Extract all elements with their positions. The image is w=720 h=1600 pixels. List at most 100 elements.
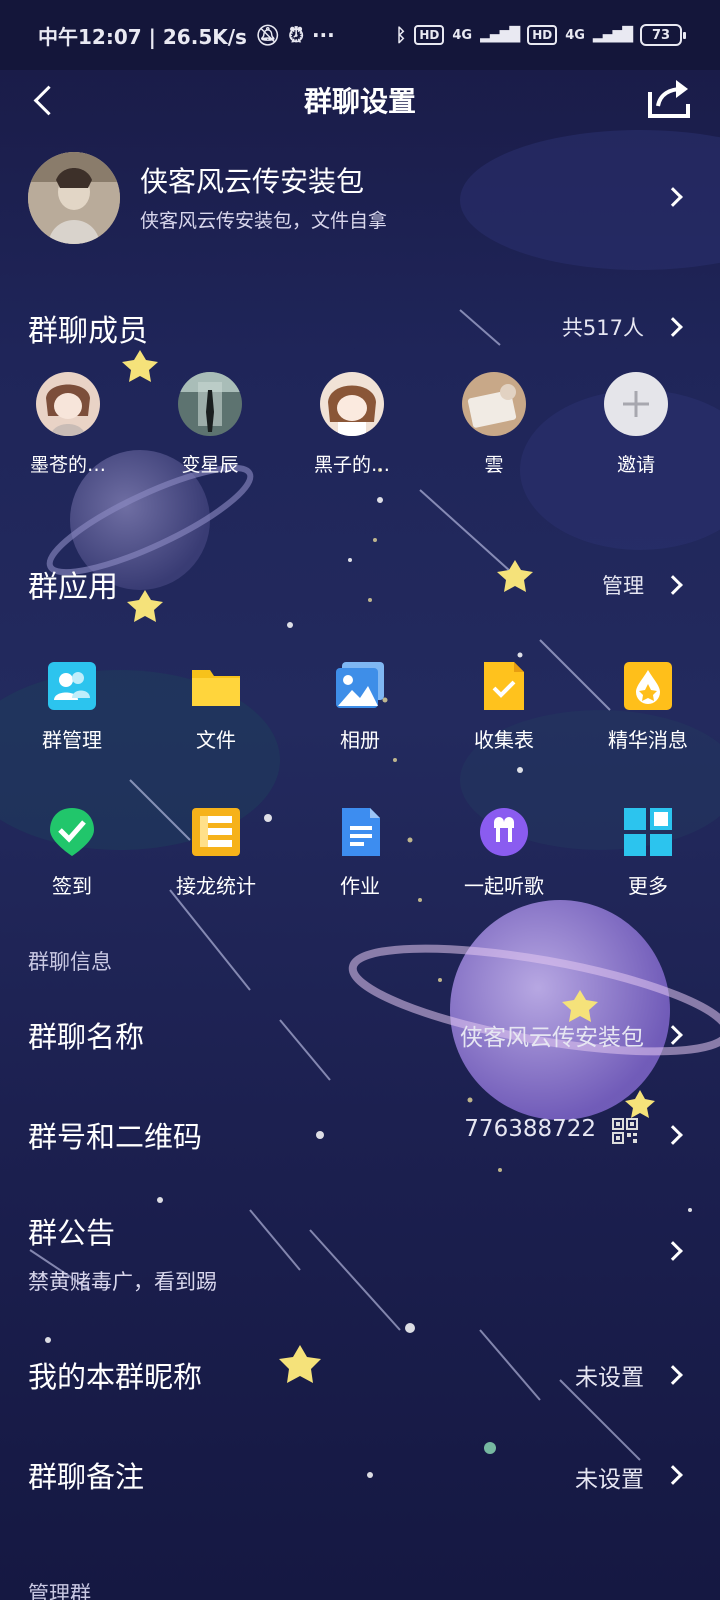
app-listen-together[interactable]: 一起听歌 — [439, 806, 569, 899]
chevron-right-icon — [663, 1465, 683, 1485]
my-nickname-row[interactable]: 我的本群昵称 未设置 — [0, 1342, 720, 1412]
folder-icon — [190, 660, 242, 712]
app-label: 更多 — [628, 874, 668, 898]
hd-badge-2: HD — [527, 25, 558, 45]
member-name: 雲 — [484, 454, 504, 476]
chevron-right-icon — [663, 1125, 683, 1145]
group-name: 侠客风云传安装包 — [140, 165, 365, 198]
apps-manage-link: 管理 — [602, 574, 644, 598]
my-nickname-label: 我的本群昵称 — [28, 1360, 203, 1394]
app-group-manage[interactable]: 群管理 — [7, 660, 137, 753]
status-bar: 中午12:07 | 26.5K/s 🔕︎ ⏰︎ ··· ᛒ HD 4G ▂▄▆█… — [0, 0, 720, 70]
share-button[interactable] — [644, 76, 694, 122]
app-collect-form[interactable]: 收集表 — [439, 660, 569, 753]
invite-label: 邀请 — [616, 454, 655, 476]
members-header-row[interactable]: 群聊成员 共517人 — [0, 300, 720, 356]
app-label: 收集表 — [474, 728, 534, 752]
member-name: 变星辰 — [181, 454, 239, 476]
title-bar: 群聊设置 — [0, 72, 720, 128]
chevron-right-icon — [663, 317, 683, 337]
alarm-icon: ⏰︎ — [288, 23, 304, 47]
album-icon — [334, 660, 386, 712]
app-label: 文件 — [196, 728, 236, 752]
apps-section-title: 群应用 — [28, 570, 118, 605]
apps-header-row[interactable]: 群应用 管理 — [0, 556, 720, 612]
group-notice-label: 群公告 — [28, 1216, 116, 1250]
more-dots-icon: ··· — [311, 23, 335, 47]
group-notice-text: 禁黄赌毒广，看到踢 — [28, 1270, 217, 1294]
my-nickname-value: 未设置 — [575, 1365, 644, 1391]
app-more[interactable]: 更多 — [583, 806, 713, 899]
status-time-speed: 中午12:07 | 26.5K/s — [38, 24, 247, 49]
member-item[interactable]: 墨苍的… — [8, 372, 128, 477]
chevron-right-icon — [663, 575, 683, 595]
page-title: 群聊设置 — [303, 85, 416, 118]
group-remark-value: 未设置 — [575, 1467, 644, 1493]
relay-stats-icon — [190, 806, 242, 858]
chevron-right-icon — [663, 187, 683, 207]
network-type-label-2: 4G — [565, 27, 585, 43]
app-label: 相册 — [340, 728, 380, 752]
share-icon — [648, 80, 690, 118]
essence-icon — [622, 660, 674, 712]
group-name-label: 群聊名称 — [28, 1020, 145, 1054]
hd-badge: HD — [414, 25, 445, 45]
chevron-right-icon — [663, 1025, 683, 1045]
app-relay-stats[interactable]: 接龙统计 — [151, 806, 281, 899]
signal-icon: ▂▄▆█ — [480, 27, 520, 43]
group-notice-row[interactable]: 群公告 禁黄赌毒广，看到踢 — [0, 1200, 720, 1310]
signal-icon-2: ▂▄▆█ — [592, 27, 633, 43]
collect-form-icon — [478, 660, 530, 712]
app-label: 群管理 — [42, 728, 102, 752]
member-name: 墨苍的… — [29, 454, 106, 476]
listen-together-icon — [478, 806, 530, 858]
members-section-title: 群聊成员 — [28, 314, 148, 349]
qrcode-icon — [612, 1118, 638, 1144]
group-id-label: 群号和二维码 — [28, 1120, 203, 1154]
app-files[interactable]: 文件 — [151, 660, 281, 753]
group-manage-icon — [46, 660, 98, 712]
manage-group-section-title: 管理群 — [28, 1582, 91, 1600]
group-remark-row[interactable]: 群聊备注 未设置 — [0, 1444, 720, 1514]
member-item[interactable]: 黑子的… — [292, 372, 412, 477]
member-avatar — [462, 372, 526, 436]
bluetooth-icon: ᛒ — [395, 24, 407, 46]
app-homework[interactable]: 作业 — [295, 806, 425, 899]
invite-button[interactable]: 邀请 — [576, 372, 696, 477]
member-list: 墨苍的… 变星辰 黑子的… 雲 邀请 — [0, 372, 720, 482]
member-name: 黑子的… — [313, 454, 390, 476]
app-label: 作业 — [340, 874, 380, 898]
member-avatar — [36, 372, 100, 436]
checkin-icon — [46, 806, 98, 858]
group-name-value: 侠客风云传安装包 — [460, 1025, 644, 1051]
member-item[interactable]: 雲 — [434, 372, 554, 477]
app-label: 一起听歌 — [464, 874, 544, 898]
battery-level: 73 — [651, 27, 671, 43]
group-id-qrcode-row[interactable]: 群号和二维码 776388722 — [0, 1100, 720, 1170]
group-name-row[interactable]: 群聊名称 侠客风云传安装包 — [0, 1000, 720, 1070]
group-avatar — [28, 152, 120, 244]
app-label: 精华消息 — [608, 728, 688, 752]
battery-indicator: 73 — [640, 24, 686, 46]
more-grid-icon — [622, 806, 674, 858]
chevron-right-icon — [663, 1241, 683, 1261]
group-info-section-title: 群聊信息 — [28, 950, 112, 974]
group-id-value: 776388722 — [464, 1116, 596, 1142]
app-checkin[interactable]: 签到 — [7, 806, 137, 899]
app-label: 签到 — [52, 874, 92, 898]
member-item[interactable]: 变星辰 — [150, 372, 270, 477]
app-essence[interactable]: 精华消息 — [583, 660, 713, 753]
member-avatar — [320, 372, 384, 436]
group-profile-row[interactable]: 侠客风云传安装包 侠客风云传安装包，文件自拿 — [0, 148, 720, 248]
plus-icon — [604, 372, 668, 436]
app-label: 接龙统计 — [176, 874, 256, 898]
group-description: 侠客风云传安装包，文件自拿 — [140, 210, 388, 232]
chevron-right-icon — [663, 1365, 683, 1385]
group-remark-label: 群聊备注 — [28, 1460, 145, 1494]
app-album[interactable]: 相册 — [295, 660, 425, 753]
member-avatar — [178, 372, 242, 436]
member-count: 共517人 — [561, 316, 644, 340]
network-type-label: 4G — [452, 27, 473, 43]
mute-bell-icon: 🔕︎ — [254, 23, 281, 47]
homework-icon — [334, 806, 386, 858]
